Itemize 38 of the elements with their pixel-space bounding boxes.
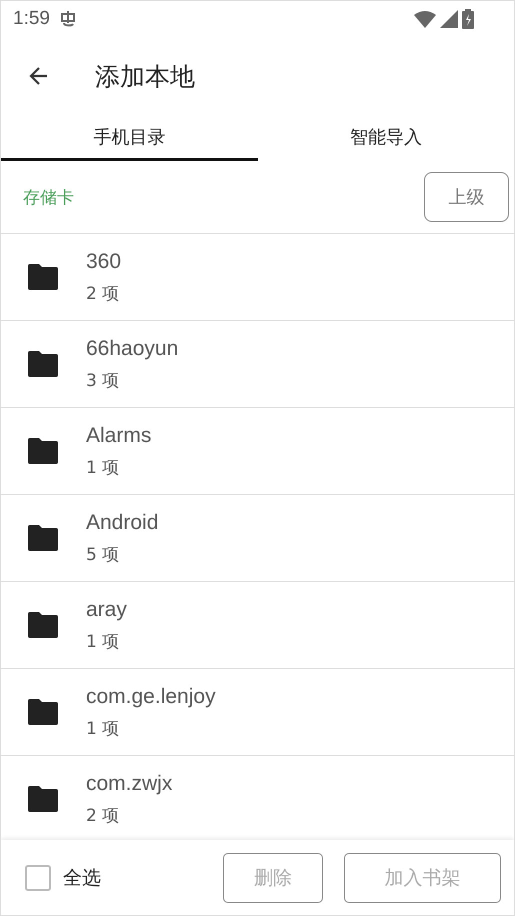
folder-name: aray [86, 598, 127, 622]
item-count: 1 项 [86, 718, 120, 740]
folder-name: com.ge.lenjoy [86, 684, 216, 708]
folder-icon [28, 351, 58, 377]
select-all-label: 全选 [63, 866, 101, 890]
battery-icon [462, 8, 474, 28]
folder-name: Alarms [86, 424, 152, 448]
tab[interactable]: 手机目录 [1, 116, 258, 161]
folder-row[interactable]: aray 1 项 [1, 582, 514, 669]
folder-name: Android [86, 510, 158, 534]
folder-icon [28, 786, 58, 812]
page-title: 添加本地 [95, 60, 195, 92]
folder-icon [28, 264, 58, 290]
select-all-checkbox[interactable] [25, 864, 51, 890]
item-count: 5 项 [86, 544, 120, 566]
folder-icon [28, 525, 58, 551]
item-count: 3 项 [86, 370, 120, 392]
parent-folder-button[interactable]: 上级 [424, 172, 509, 222]
folder-icon [28, 699, 58, 725]
tab[interactable]: 智能导入 [258, 116, 514, 161]
folder-row[interactable]: 66haoyun 3 项 [1, 321, 514, 408]
folder-row[interactable]: Android 5 项 [1, 495, 514, 582]
folder-name: 360 [86, 250, 122, 274]
status-time: 1:59 [13, 8, 50, 30]
folder-row[interactable]: com.zwjx 2 项 [1, 756, 514, 840]
folder-row[interactable]: Alarms 1 项 [1, 408, 514, 495]
item-count: 1 项 [86, 630, 120, 652]
folder-icon [28, 438, 58, 464]
folder-name: 66haoyun [86, 336, 178, 360]
signal-icon [440, 10, 458, 28]
item-count: 1 项 [86, 456, 120, 478]
item-count: 2 项 [86, 282, 120, 304]
wifi-icon [414, 10, 436, 28]
item-count: 2 项 [86, 804, 120, 826]
folder-icon [28, 612, 58, 638]
folder-name: com.zwjx [86, 772, 172, 796]
folder-row[interactable]: 360 2 项 [1, 234, 514, 321]
folder-row[interactable]: com.ge.lenjoy 1 项 [1, 669, 514, 756]
